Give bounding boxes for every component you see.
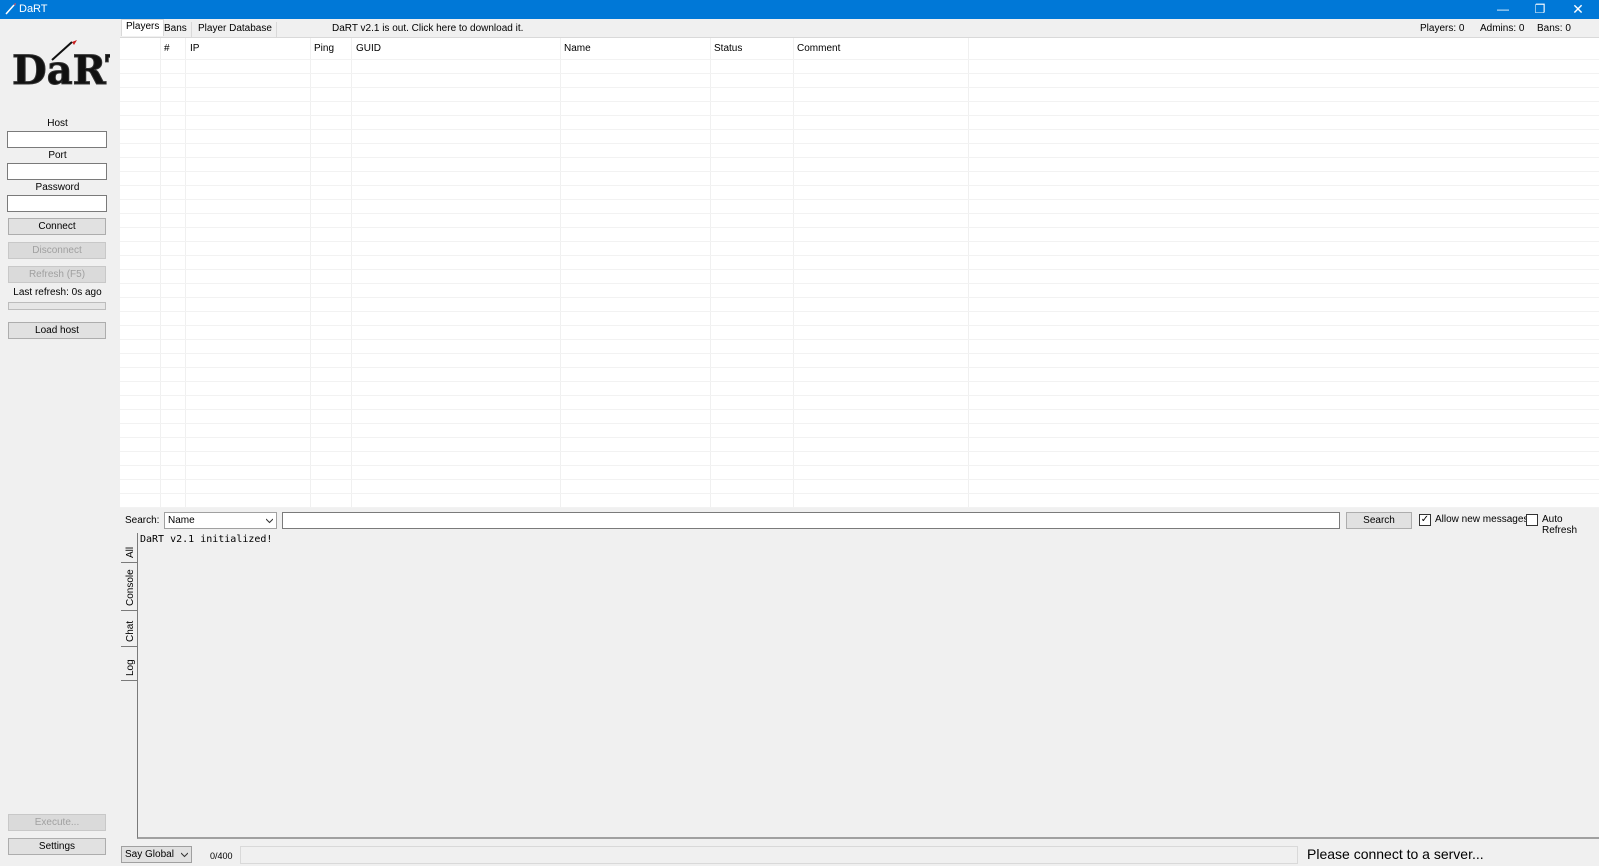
password-label: Password (35, 182, 80, 193)
search-field-value: Name (168, 515, 195, 526)
search-button[interactable]: Search (1346, 512, 1412, 529)
tab-chat-label: Chat (125, 620, 136, 642)
bans-count: Bans: 0 (1537, 23, 1571, 34)
row-divider (120, 339, 1599, 340)
allow-new-messages-checkbox[interactable]: ✓ (1419, 514, 1431, 526)
tab-log[interactable]: Log (121, 647, 137, 681)
column-header-number[interactable]: # (164, 43, 170, 54)
players-table[interactable]: # IP Ping GUID Name Status Comment (120, 37, 1599, 508)
column-header-ping[interactable]: Ping (314, 43, 334, 54)
chevron-down-icon (181, 852, 188, 858)
say-mode-value: Say Global (125, 849, 174, 860)
auto-refresh-checkbox[interactable] (1526, 514, 1538, 526)
update-notice-link[interactable]: DaRT v2.1 is out. Click here to download… (332, 23, 523, 34)
say-mode-select[interactable]: Say Global (121, 846, 192, 863)
console-line: DaRT v2.1 initialized! (140, 534, 273, 545)
row-divider (120, 199, 1599, 200)
row-divider (120, 423, 1599, 424)
console-tabs: All Console Chat Log (121, 533, 137, 681)
row-divider (120, 171, 1599, 172)
row-divider (120, 325, 1599, 326)
port-input[interactable] (7, 163, 107, 180)
character-counter: 0/400 (210, 851, 233, 861)
admins-count: Admins: 0 (1480, 23, 1525, 34)
row-divider (120, 479, 1599, 480)
refresh-progress-bar (8, 302, 106, 310)
host-input[interactable] (7, 131, 107, 148)
app-icon (5, 3, 16, 15)
row-divider (120, 185, 1599, 186)
host-label: Host (47, 118, 68, 129)
tab-log-label: Log (125, 659, 136, 676)
console-output[interactable]: DaRT v2.1 initialized! (137, 533, 1599, 839)
row-divider (120, 297, 1599, 298)
last-refresh-label: Last refresh: 0s ago (13, 287, 102, 298)
dart-logo: DaRT (12, 40, 110, 94)
row-divider (120, 493, 1599, 494)
tab-console[interactable]: Console (121, 563, 137, 611)
row-divider (120, 311, 1599, 312)
allow-new-messages-label: Allow new messages (1435, 514, 1529, 525)
players-count: Players: 0 (1420, 23, 1465, 34)
connection-status: Please connect to a server... (1307, 846, 1484, 862)
tab-bans[interactable]: Bans (160, 22, 192, 37)
close-button[interactable]: ✕ (1559, 0, 1597, 19)
row-divider (120, 157, 1599, 158)
row-divider (120, 409, 1599, 410)
row-divider (120, 465, 1599, 466)
tab-all[interactable]: All (121, 533, 137, 563)
row-divider (120, 87, 1599, 88)
disconnect-button[interactable]: Disconnect (8, 242, 106, 259)
row-divider (120, 129, 1599, 130)
row-divider (120, 507, 1599, 508)
row-divider (120, 437, 1599, 438)
table-header: # IP Ping GUID Name Status Comment (120, 38, 1599, 59)
row-divider (120, 367, 1599, 368)
row-divider (120, 143, 1599, 144)
password-input[interactable] (7, 195, 107, 212)
column-header-comment[interactable]: Comment (797, 43, 840, 54)
row-divider (120, 115, 1599, 116)
column-header-ip[interactable]: IP (190, 43, 199, 54)
settings-button[interactable]: Settings (8, 838, 106, 855)
row-divider (120, 241, 1599, 242)
tab-console-label: Console (125, 569, 136, 606)
row-divider (120, 227, 1599, 228)
row-divider (120, 395, 1599, 396)
connect-button[interactable]: Connect (8, 218, 106, 235)
minimize-button[interactable]: — (1484, 0, 1522, 19)
column-header-status[interactable]: Status (714, 43, 742, 54)
load-host-button[interactable]: Load host (8, 322, 106, 339)
row-divider (120, 59, 1599, 60)
tab-all-label: All (125, 546, 136, 558)
port-label: Port (48, 150, 67, 161)
title-bar: DaRT — ❐ ✕ (0, 0, 1599, 19)
row-divider (120, 255, 1599, 256)
tab-players[interactable]: Players (121, 19, 165, 36)
row-divider (120, 381, 1599, 382)
execute-button[interactable]: Execute... (8, 814, 106, 831)
row-divider (120, 451, 1599, 452)
row-divider (120, 269, 1599, 270)
refresh-button[interactable]: Refresh (F5) (8, 266, 106, 283)
checkmark-icon: ✓ (1420, 514, 1430, 525)
column-header-guid[interactable]: GUID (356, 43, 381, 54)
search-label: Search: (125, 515, 160, 526)
row-divider (120, 283, 1599, 284)
tab-chat[interactable]: Chat (121, 611, 137, 647)
column-header-name[interactable]: Name (564, 43, 591, 54)
window-title: DaRT (19, 3, 48, 15)
restore-button[interactable]: ❐ (1521, 0, 1559, 19)
search-input[interactable] (282, 512, 1340, 529)
row-divider (120, 213, 1599, 214)
message-input[interactable] (240, 846, 1298, 864)
tab-player-database[interactable]: Player Database (194, 22, 277, 37)
chevron-down-icon (266, 518, 273, 524)
search-field-select[interactable]: Name (164, 512, 277, 529)
logo-text: DaRT (12, 47, 110, 94)
row-divider (120, 101, 1599, 102)
row-divider (120, 353, 1599, 354)
row-divider (120, 73, 1599, 74)
